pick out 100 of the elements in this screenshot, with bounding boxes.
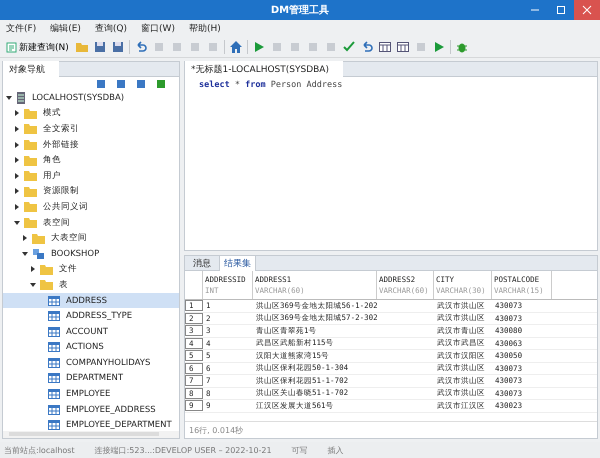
tree-label: 资源限制	[43, 185, 79, 198]
tree-item[interactable]: EMPLOYEE_ADDRESS	[3, 402, 179, 418]
save-all-icon[interactable]	[110, 40, 125, 54]
tree-label: 表	[59, 278, 68, 291]
expand-arrow-icon[interactable]	[6, 94, 12, 101]
expand-arrow-icon[interactable]	[30, 282, 36, 288]
grid-icon[interactable]	[396, 40, 410, 54]
tree-label: 公共同义词	[43, 200, 88, 213]
tree-label: EMPLOYEE	[66, 389, 110, 400]
schema-icon	[32, 248, 45, 260]
expand-arrow-icon[interactable]	[14, 188, 20, 194]
tree-item[interactable]: ACTIONS	[3, 340, 179, 356]
tree-label: EMPLOYEE_DEPARTMENT	[66, 420, 172, 430]
table-icon	[48, 404, 60, 415]
result-summary: 16行, 0.014秒	[185, 421, 597, 438]
tree-item[interactable]: 公共同义词	[3, 199, 179, 215]
menu-item[interactable]: 窗口(W)	[141, 22, 175, 35]
expand-arrow-icon[interactable]	[14, 110, 20, 116]
tree-item[interactable]: 大表空间	[3, 230, 179, 246]
tree-label: 全文索引	[43, 122, 79, 135]
new-query-button[interactable]: 新建查询(N)	[4, 40, 71, 54]
tree-item[interactable]: 文件	[3, 262, 179, 278]
table-icon	[48, 373, 60, 384]
table-icon	[48, 342, 60, 352]
document-icon	[6, 42, 17, 52]
tree-item[interactable]: 模式	[3, 106, 179, 122]
tree-label: 文件	[59, 263, 77, 276]
editor-tab[interactable]: *无标题1-LOCALHOST(SYSDBA)	[185, 60, 343, 78]
folder-icon	[40, 264, 53, 275]
expand-arrow-icon[interactable]	[30, 266, 36, 272]
folder-icon	[32, 232, 45, 244]
tree-label: COMPANYHOLIDAYS	[66, 358, 150, 368]
table-icon	[48, 389, 60, 400]
tree-item[interactable]: 角色	[3, 152, 179, 168]
expand-arrow-icon[interactable]	[14, 157, 20, 164]
table-icon	[48, 326, 60, 337]
tree-item[interactable]: 资源限制	[3, 184, 179, 200]
expand-arrow-icon[interactable]	[14, 220, 20, 226]
tree-item[interactable]: COMPANYHOLIDAYS	[3, 355, 179, 371]
close-button[interactable]	[574, 0, 600, 20]
menu-item[interactable]: 帮助(H)	[188, 22, 221, 35]
tree-label: ADDRESS_TYPE	[66, 311, 132, 322]
expand-arrow-icon[interactable]	[22, 235, 28, 242]
expand-arrow-icon[interactable]	[14, 142, 20, 148]
tree-item[interactable]: BOOKSHOP	[3, 246, 179, 262]
expand-arrow-icon[interactable]	[22, 250, 28, 257]
grid-icon[interactable]	[378, 40, 392, 54]
tree-item[interactable]: 全文索引	[3, 121, 179, 137]
home-icon[interactable]	[228, 40, 243, 54]
tree-item[interactable]: 外部链接	[3, 136, 179, 152]
table-icon	[48, 420, 60, 430]
folder-icon	[24, 217, 37, 228]
tree-label: ADDRESS	[66, 296, 107, 306]
close-icon	[582, 5, 592, 15]
tree-item[interactable]: 表空间	[3, 214, 179, 230]
tree-label: 角色	[43, 154, 61, 166]
table-icon	[48, 311, 60, 322]
tree-label: BOOKSHOP	[51, 248, 100, 259]
tree-label: 模式	[43, 107, 61, 120]
tree-item[interactable]: ADDRESS	[3, 292, 179, 308]
window-title: DM管理工具	[270, 4, 330, 17]
check-icon[interactable]	[342, 40, 356, 54]
expand-arrow-icon[interactable]	[14, 126, 20, 132]
tree-label: 表空间	[43, 216, 70, 229]
panel-tab[interactable]: 对象导航	[3, 60, 59, 78]
folder-icon	[40, 279, 53, 290]
save-icon[interactable]	[92, 40, 107, 54]
menu-item[interactable]: 查询(Q)	[94, 22, 128, 35]
status-text: 当前站点:localhost	[4, 444, 75, 456]
tree-item[interactable]: EMPLOYEE_DEPARTMENT	[3, 417, 179, 431]
tree-item[interactable]: ADDRESS_TYPE	[3, 308, 179, 324]
tree-item[interactable]: ACCOUNT	[3, 324, 179, 340]
menu-item[interactable]: 文件(F)	[6, 22, 36, 35]
tree-label: 大表空间	[51, 232, 87, 244]
sql-code[interactable]: select * from Person Address	[185, 77, 597, 93]
tree-label: 用户	[43, 170, 61, 182]
tree-label: DEPARTMENT	[66, 373, 124, 384]
folder-icon	[24, 154, 37, 166]
results-tab[interactable]: 消息	[189, 256, 215, 270]
folder-icon	[24, 139, 37, 150]
results-tab[interactable]: 结果集	[219, 255, 256, 271]
tree-label: 外部链接	[43, 138, 79, 151]
folder-icon	[24, 186, 37, 197]
folder-icon	[24, 123, 37, 134]
tree-item[interactable]: 表	[3, 277, 179, 293]
expand-arrow-icon[interactable]	[14, 172, 20, 179]
table-icon	[48, 296, 60, 306]
server-icon	[16, 92, 26, 104]
tree-label: ACTIONS	[66, 342, 104, 352]
tree-label: ACCOUNT	[66, 326, 108, 337]
tree-item[interactable]: LOCALHOST(SYSDBA)	[3, 90, 179, 106]
folder-icon	[24, 170, 37, 182]
tree-item[interactable]: DEPARTMENT	[3, 370, 179, 386]
tree-label: EMPLOYEE_ADDRESS	[66, 404, 156, 415]
tree-item[interactable]: 用户	[3, 168, 179, 184]
menu-item[interactable]: 编辑(E)	[50, 22, 81, 35]
status-text: 可写	[292, 444, 308, 456]
tree-item[interactable]: EMPLOYEE	[3, 386, 179, 402]
expand-arrow-icon[interactable]	[14, 204, 20, 210]
folder-icon	[24, 108, 37, 119]
